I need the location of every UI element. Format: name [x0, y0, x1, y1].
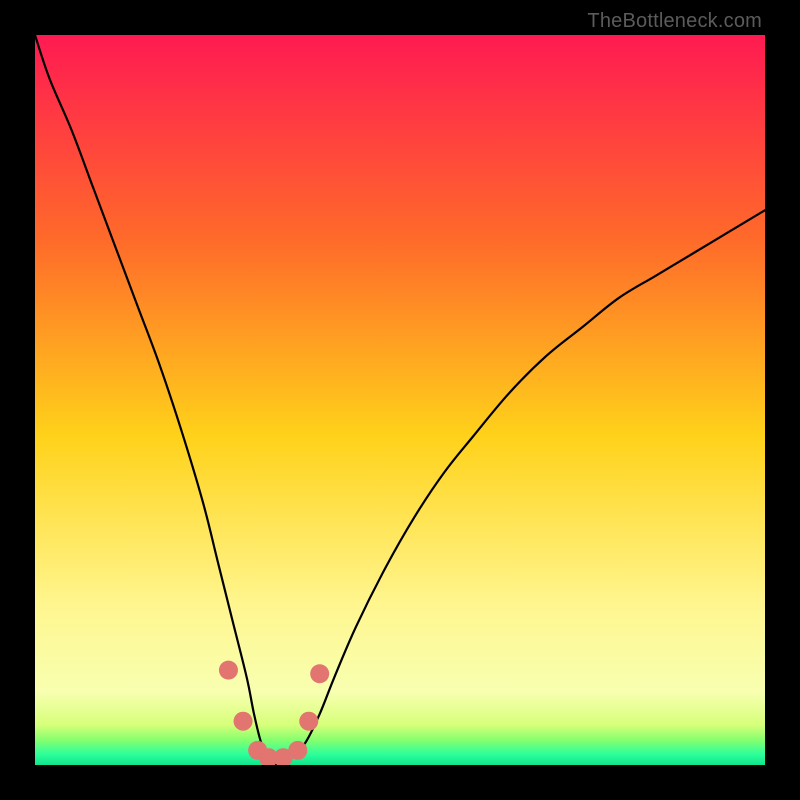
plot-area: [35, 35, 765, 765]
marker-dot: [310, 664, 329, 683]
marker-dot: [234, 712, 253, 731]
marker-dot: [288, 741, 307, 760]
marker-dot: [219, 661, 238, 680]
marker-dot: [299, 712, 318, 731]
watermark-text: TheBottleneck.com: [587, 10, 762, 33]
bottleneck-chart: [35, 35, 765, 765]
chart-frame: TheBottleneck.com: [0, 0, 800, 800]
gradient-background: [35, 35, 765, 765]
